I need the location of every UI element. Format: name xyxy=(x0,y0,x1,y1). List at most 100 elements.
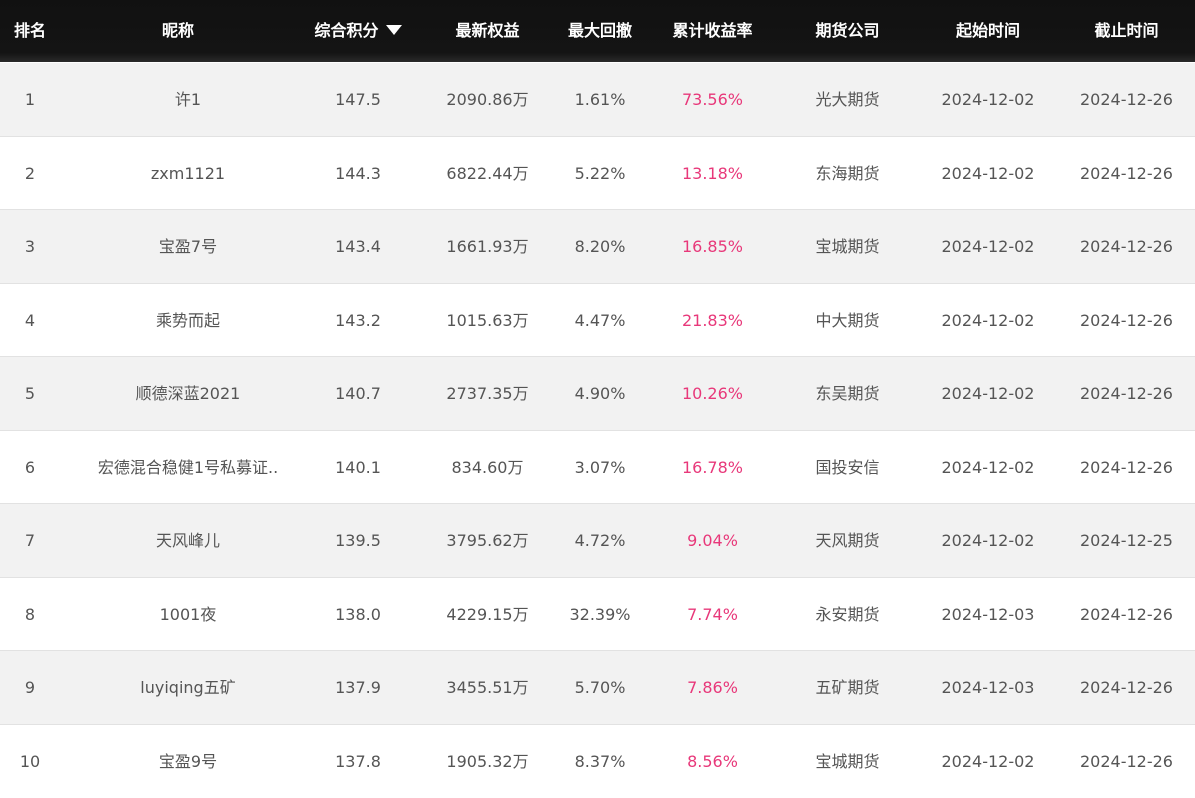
cell-nickname[interactable]: 宝盈7号 xyxy=(78,210,298,283)
header-rank[interactable]: 排名 xyxy=(0,0,60,62)
cell-equity: 3455.51万 xyxy=(446,678,529,697)
cell-company: 宝城期货 xyxy=(815,751,880,771)
cell-start-date: 2024-12-02 xyxy=(941,163,1035,183)
cell-nickname[interactable]: 顺德深蓝2021 xyxy=(78,357,298,430)
table-row[interactable]: 10 宝盈9号 137.8 1905.32万 8.37% 8.56% 宝城期货 … xyxy=(0,724,1195,798)
cell-company: 东海期货 xyxy=(815,163,880,183)
cell-score: 138.0 xyxy=(335,604,381,624)
cell-nickname[interactable]: 许1 xyxy=(78,63,298,136)
cell-return: 10.26% xyxy=(681,384,743,403)
cell-equity: 3795.62万 xyxy=(446,531,529,550)
cell-rank: 8 xyxy=(24,604,36,624)
cell-drawdown: 32.39% xyxy=(569,604,631,624)
cell-equity: 1905.32万 xyxy=(446,751,529,771)
cell-start-date: 2024-12-02 xyxy=(941,384,1035,403)
header-nickname[interactable]: 昵称 xyxy=(78,0,278,62)
cell-return: 9.04% xyxy=(687,531,738,550)
cell-score: 140.7 xyxy=(335,384,381,403)
cell-drawdown: 4.90% xyxy=(574,384,626,403)
header-score[interactable]: 综合积分 xyxy=(293,0,423,62)
table-row[interactable]: 1 许1 147.5 2090.86万 1.61% 73.56% 光大期货 20… xyxy=(0,63,1195,137)
ranking-table: 排名 昵称 综合积分 最新权益 最大回撤 累计收益率 期货公司 起始时间 截止时… xyxy=(0,0,1195,794)
cell-end-date: 2024-12-26 xyxy=(1080,384,1173,403)
table-row[interactable]: 4 乘势而起 143.2 1015.63万 4.47% 21.83% 中大期货 … xyxy=(0,283,1195,357)
table-row[interactable]: 5 顺德深蓝2021 140.7 2737.35万 4.90% 10.26% 东… xyxy=(0,357,1195,431)
cell-start-date: 2024-12-03 xyxy=(941,678,1035,697)
cell-score: 144.3 xyxy=(335,163,381,183)
cell-return: 8.56% xyxy=(687,751,738,771)
header-drawdown[interactable]: 最大回撤 xyxy=(545,0,655,62)
cell-drawdown: 1.61% xyxy=(574,90,626,109)
cell-start-date: 2024-12-02 xyxy=(941,237,1035,256)
cell-rank: 2 xyxy=(24,163,36,183)
cell-score: 147.5 xyxy=(335,90,381,109)
cell-start-date: 2024-12-02 xyxy=(941,90,1035,109)
cell-equity: 6822.44万 xyxy=(446,163,529,183)
cell-rank: 6 xyxy=(24,457,36,477)
cell-drawdown: 5.70% xyxy=(574,678,626,697)
cell-nickname[interactable]: 宝盈9号 xyxy=(78,725,298,798)
cell-equity: 2090.86万 xyxy=(446,90,529,109)
cell-drawdown: 4.47% xyxy=(574,310,626,330)
header-return[interactable]: 累计收益率 xyxy=(655,0,770,62)
cell-company: 永安期货 xyxy=(815,604,880,624)
cell-nickname[interactable]: 乘势而起 xyxy=(78,284,298,357)
cell-end-date: 2024-12-26 xyxy=(1080,90,1173,109)
cell-drawdown: 5.22% xyxy=(574,163,626,183)
cell-nickname[interactable]: 天风峰儿 xyxy=(78,504,298,577)
cell-start-date: 2024-12-03 xyxy=(941,604,1035,624)
cell-rank: 3 xyxy=(24,237,36,256)
cell-end-date: 2024-12-26 xyxy=(1080,237,1173,256)
header-end[interactable]: 截止时间 xyxy=(1058,0,1195,62)
cell-company: 天风期货 xyxy=(815,531,880,550)
cell-end-date: 2024-12-26 xyxy=(1080,163,1173,183)
cell-return: 16.85% xyxy=(681,237,743,256)
cell-rank: 4 xyxy=(24,310,36,330)
cell-score: 139.5 xyxy=(335,531,381,550)
table-row[interactable]: 2 zxm1121 144.3 6822.44万 5.22% 13.18% 东海… xyxy=(0,136,1195,210)
header-score-label: 综合积分 xyxy=(314,21,379,40)
cell-start-date: 2024-12-02 xyxy=(941,751,1035,771)
cell-end-date: 2024-12-25 xyxy=(1080,531,1173,550)
header-equity[interactable]: 最新权益 xyxy=(430,0,545,62)
cell-equity: 1661.93万 xyxy=(446,237,529,256)
cell-score: 143.2 xyxy=(335,310,381,330)
table-row[interactable]: 6 宏德混合稳健1号私募证.. 140.1 834.60万 3.07% 16.7… xyxy=(0,430,1195,504)
cell-end-date: 2024-12-26 xyxy=(1080,310,1173,330)
cell-nickname[interactable]: luyiqing五矿 xyxy=(78,651,298,724)
table-row[interactable]: 7 天风峰儿 139.5 3795.62万 4.72% 9.04% 天风期货 2… xyxy=(0,504,1195,578)
cell-return: 13.18% xyxy=(681,163,743,183)
cell-drawdown: 3.07% xyxy=(574,457,626,477)
header-start[interactable]: 起始时间 xyxy=(918,0,1058,62)
cell-nickname[interactable]: 1001夜 xyxy=(78,578,298,651)
table-row[interactable]: 9 luyiqing五矿 137.9 3455.51万 5.70% 7.86% … xyxy=(0,651,1195,725)
cell-end-date: 2024-12-26 xyxy=(1080,457,1173,477)
cell-company: 光大期货 xyxy=(815,90,880,109)
cell-score: 140.1 xyxy=(335,457,381,477)
cell-return: 7.74% xyxy=(687,604,738,624)
cell-rank: 10 xyxy=(19,751,41,771)
cell-score: 137.8 xyxy=(335,751,381,771)
cell-drawdown: 8.20% xyxy=(574,237,626,256)
cell-equity: 4229.15万 xyxy=(446,604,529,624)
cell-end-date: 2024-12-26 xyxy=(1080,751,1173,771)
table-row[interactable]: 3 宝盈7号 143.4 1661.93万 8.20% 16.85% 宝城期货 … xyxy=(0,210,1195,284)
cell-rank: 5 xyxy=(24,384,36,403)
cell-company: 五矿期货 xyxy=(815,678,880,697)
cell-company: 宝城期货 xyxy=(815,237,880,256)
cell-rank: 1 xyxy=(24,90,36,109)
cell-start-date: 2024-12-02 xyxy=(941,310,1035,330)
cell-nickname[interactable]: 宏德混合稳健1号私募证.. xyxy=(78,431,298,504)
cell-rank: 9 xyxy=(24,678,36,697)
cell-start-date: 2024-12-02 xyxy=(941,457,1035,477)
sort-down-triangle-icon[interactable] xyxy=(385,25,402,35)
cell-start-date: 2024-12-02 xyxy=(941,531,1035,550)
cell-company: 国投安信 xyxy=(815,457,880,477)
cell-equity: 834.60万 xyxy=(451,457,524,477)
table-row[interactable]: 8 1001夜 138.0 4229.15万 32.39% 7.74% 永安期货… xyxy=(0,577,1195,651)
cell-end-date: 2024-12-26 xyxy=(1080,604,1173,624)
cell-company: 东吴期货 xyxy=(815,384,880,403)
header-company[interactable]: 期货公司 xyxy=(790,0,905,62)
cell-rank: 7 xyxy=(24,531,36,550)
cell-nickname[interactable]: zxm1121 xyxy=(78,137,298,210)
